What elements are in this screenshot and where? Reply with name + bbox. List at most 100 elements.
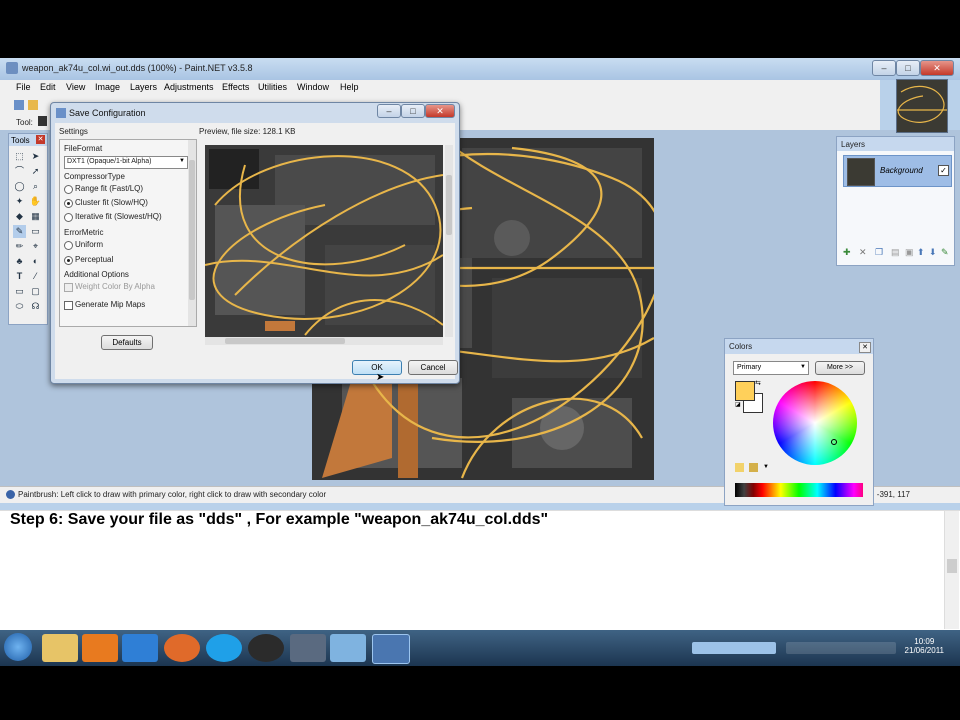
- menu-view[interactable]: View: [66, 82, 85, 92]
- defaults-button[interactable]: Defaults: [101, 335, 153, 350]
- paintbrush-icon[interactable]: [38, 116, 47, 126]
- gradient-icon[interactable]: ▦: [29, 210, 42, 223]
- firefox-taskbar-icon[interactable]: [164, 634, 200, 662]
- more-button[interactable]: More >>: [815, 361, 865, 375]
- language-bar[interactable]: [692, 642, 776, 654]
- steam-taskbar-icon[interactable]: [248, 634, 284, 662]
- duplicate-layer-icon[interactable]: ❐: [875, 247, 883, 258]
- skype-taskbar-icon[interactable]: [206, 634, 242, 662]
- dialog-close-button[interactable]: ✕: [425, 104, 455, 118]
- layer-visibility-checkbox[interactable]: ✓: [938, 165, 949, 176]
- tray-icons[interactable]: [786, 642, 896, 654]
- swap-colors-icon[interactable]: ⇆: [755, 379, 761, 387]
- dialog-body: Settings Preview, file size: 128.1 KB Fi…: [55, 123, 455, 379]
- recolor-icon[interactable]: ◐: [29, 255, 42, 268]
- menu-file[interactable]: File: [16, 82, 31, 92]
- compressor-cluster-radio[interactable]: [64, 199, 73, 208]
- internet-explorer-taskbar-icon[interactable]: [122, 634, 158, 662]
- reset-colors-icon[interactable]: ◪: [735, 401, 741, 408]
- color-mode-select[interactable]: Primary ▼: [733, 361, 809, 375]
- lasso-icon[interactable]: ⌒: [13, 165, 26, 178]
- layer-properties-icon[interactable]: ✎: [941, 247, 949, 258]
- additional-options-label: Additional Options: [64, 270, 129, 279]
- maximize-button[interactable]: □: [896, 60, 920, 76]
- dialog-icon: [56, 108, 66, 118]
- colors-close-icon[interactable]: ✕: [859, 342, 871, 353]
- palette-chevron-icon[interactable]: ▼: [763, 464, 769, 470]
- add-layer-icon[interactable]: ✚: [843, 247, 851, 258]
- cancel-button[interactable]: Cancel: [408, 360, 458, 375]
- menu-window[interactable]: Window: [297, 82, 329, 92]
- magic-wand-icon[interactable]: ✦: [13, 195, 26, 208]
- menu-utilities[interactable]: Utilities: [258, 82, 287, 92]
- new-icon[interactable]: [14, 100, 24, 110]
- delete-layer-icon[interactable]: ✕: [859, 247, 867, 258]
- move-selection-icon[interactable]: ➚: [29, 165, 42, 178]
- start-button-icon[interactable]: [4, 633, 32, 661]
- preview-hscrollbar[interactable]: [205, 337, 443, 345]
- explorer-taskbar-icon[interactable]: [42, 634, 78, 662]
- file-format-select[interactable]: DXT1 (Opaque/1-bit Alpha) ▼: [64, 156, 188, 169]
- mipmaps-checkbox[interactable]: [64, 301, 73, 310]
- rectangle-icon[interactable]: ▭: [13, 285, 26, 298]
- menu-help[interactable]: Help: [340, 82, 359, 92]
- palette-menu-icon[interactable]: [749, 463, 758, 472]
- move-down-icon[interactable]: ⬇: [929, 247, 937, 258]
- color-picker-icon[interactable]: ⌖: [29, 240, 42, 253]
- preview-vscrollbar[interactable]: [445, 145, 453, 337]
- palette-strip[interactable]: [735, 483, 863, 497]
- properties-icon[interactable]: ▣: [905, 247, 914, 258]
- image-thumbnail[interactable]: [896, 79, 948, 133]
- primary-color-swatch[interactable]: [735, 381, 755, 401]
- clone-stamp-icon[interactable]: ♣: [13, 255, 26, 268]
- zoom-icon[interactable]: ⌕: [29, 180, 42, 193]
- rounded-rectangle-icon[interactable]: ▢: [29, 285, 42, 298]
- line-icon[interactable]: ⁄: [29, 270, 42, 283]
- ellipse-select-icon[interactable]: ◯: [13, 180, 26, 193]
- menu-image[interactable]: Image: [95, 82, 120, 92]
- minimize-button[interactable]: –: [872, 60, 896, 76]
- close-button[interactable]: ✕: [920, 60, 954, 76]
- menu-layers[interactable]: Layers: [130, 82, 157, 92]
- clock[interactable]: 10:09 21/06/2011: [905, 637, 944, 655]
- error-perceptual-radio[interactable]: [64, 256, 73, 265]
- add-palette-icon[interactable]: [735, 463, 744, 472]
- open-icon[interactable]: [28, 100, 38, 110]
- layer-row[interactable]: Background ✓: [843, 155, 952, 187]
- pencil-icon[interactable]: ✏: [13, 240, 26, 253]
- title-bar[interactable]: weapon_ak74u_col.wi_out.dds (100%) - Pai…: [0, 58, 960, 80]
- compressor-iterative-radio[interactable]: [64, 213, 73, 222]
- app-taskbar-icon[interactable]: [290, 634, 326, 662]
- preview-image[interactable]: [205, 145, 443, 337]
- menu-edit[interactable]: Edit: [40, 82, 56, 92]
- text-icon[interactable]: T: [13, 270, 26, 283]
- paint-bucket-icon[interactable]: ◆: [13, 210, 26, 223]
- layers-panel: Layers Background ✓ ✚ ✕ ❐ ▤ ▣ ⬆ ⬇ ✎: [836, 136, 955, 266]
- weight-alpha-checkbox[interactable]: [64, 283, 73, 292]
- paintbrush-tool-icon[interactable]: ✎: [13, 225, 26, 238]
- dialog-maximize-button[interactable]: □: [401, 104, 425, 118]
- tools-close-icon[interactable]: ✕: [36, 135, 45, 144]
- menu-adjustments[interactable]: Adjustments: [164, 82, 214, 92]
- rectangle-select-icon[interactable]: ⬚: [13, 150, 26, 163]
- ellipse-icon[interactable]: ⬭: [13, 300, 26, 313]
- tool-label: Tool:: [16, 118, 33, 127]
- pan-icon[interactable]: ✋: [29, 195, 42, 208]
- color-wheel[interactable]: [773, 381, 857, 465]
- paintnet-taskbar-icon[interactable]: [372, 634, 410, 664]
- tutorial-caption: Step 6: Save your file as "dds" , For ex…: [10, 511, 549, 528]
- settings-list[interactable]: FileFormat DXT1 (Opaque/1-bit Alpha) ▼ C…: [59, 139, 197, 327]
- merge-layer-icon[interactable]: ▤: [891, 247, 900, 258]
- window-taskbar-icon[interactable]: [330, 634, 366, 662]
- eraser-icon[interactable]: ▭: [29, 225, 42, 238]
- media-player-taskbar-icon[interactable]: [82, 634, 118, 662]
- move-icon[interactable]: ➤: [29, 150, 42, 163]
- freeform-shape-icon[interactable]: ☊: [29, 300, 42, 313]
- move-up-icon[interactable]: ⬆: [917, 247, 925, 258]
- settings-scrollbar[interactable]: [188, 140, 196, 326]
- caption-scrollbar[interactable]: [944, 511, 959, 629]
- error-uniform-radio[interactable]: [64, 241, 73, 250]
- compressor-range-radio[interactable]: [64, 185, 73, 194]
- menu-effects[interactable]: Effects: [222, 82, 249, 92]
- dialog-minimize-button[interactable]: –: [377, 104, 401, 118]
